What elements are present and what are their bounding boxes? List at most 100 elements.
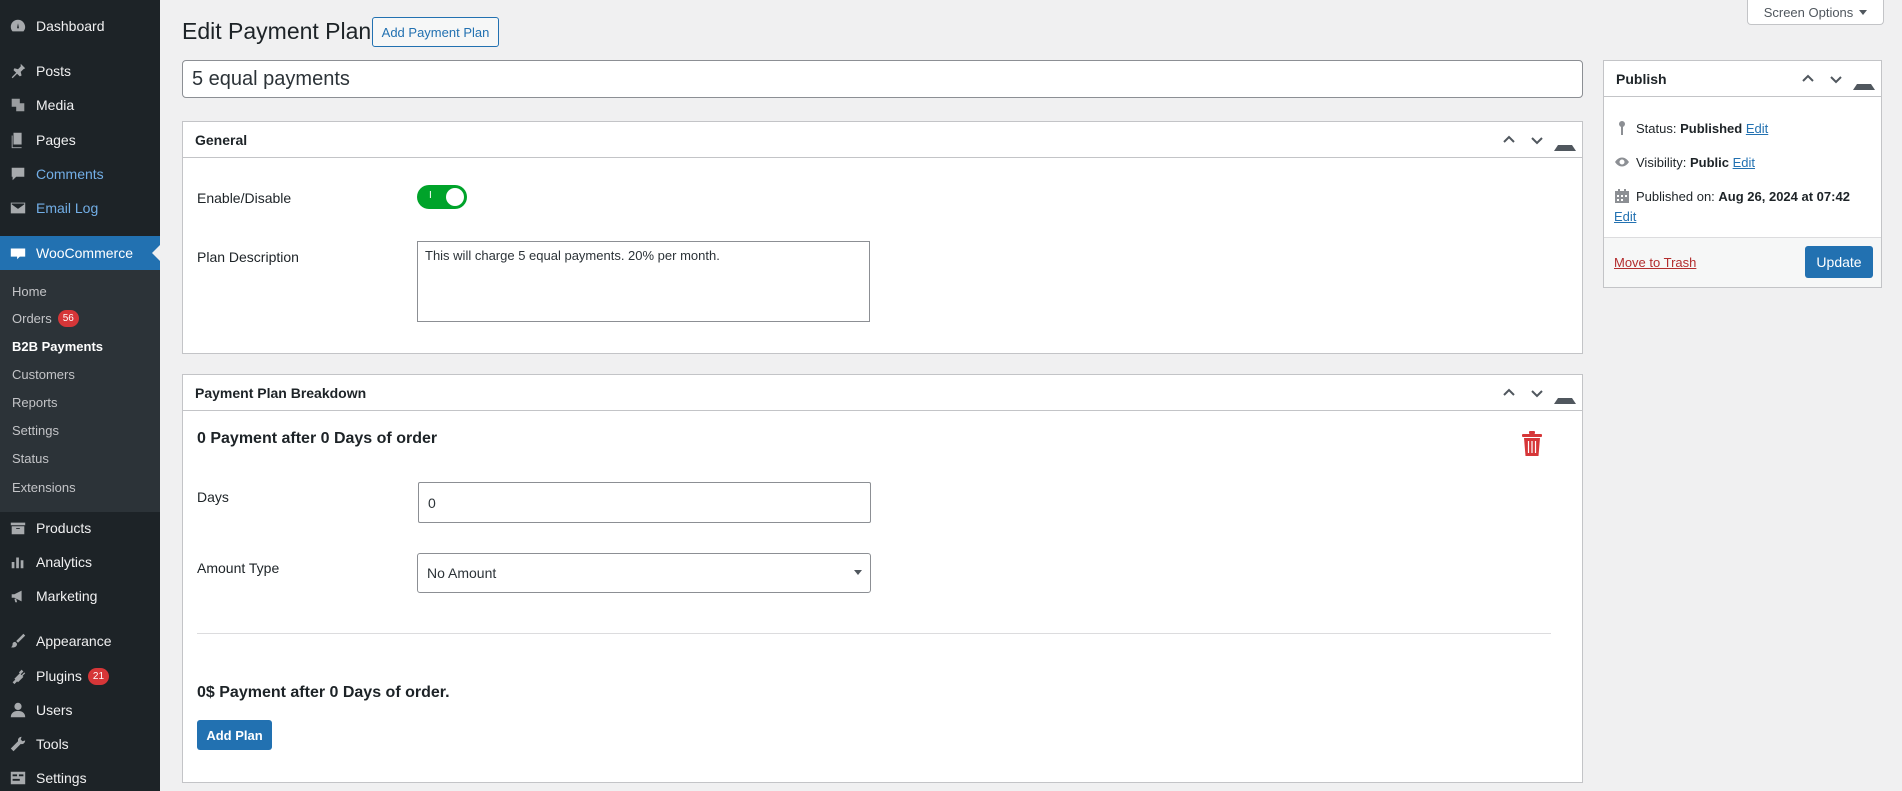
days-input[interactable]: 0 [418, 482, 871, 523]
move-up-button[interactable] [1498, 382, 1520, 404]
general-header: General [183, 122, 1582, 158]
move-down-button[interactable] [1526, 129, 1548, 151]
user-icon [8, 700, 28, 720]
submenu-b2b-payments[interactable]: B2B Payments [12, 336, 103, 356]
submenu-reports[interactable]: Reports [12, 392, 58, 412]
menu-plugins[interactable]: Plugins 21 [0, 662, 160, 690]
submenu-status[interactable]: Status [12, 448, 49, 468]
post-title-input[interactable]: 5 equal payments [182, 60, 1583, 98]
menu-email-log[interactable]: Email Log [0, 194, 160, 222]
enable-disable-label: Enable/Disable [197, 190, 292, 206]
menu-dashboard[interactable]: Dashboard [0, 12, 160, 40]
postbox-handle-actions [1797, 61, 1875, 97]
postbox-handle-actions [1498, 375, 1576, 411]
menu-label: Products [36, 520, 92, 536]
brush-icon [8, 631, 28, 651]
breakdown-header: Payment Plan Breakdown [183, 375, 1582, 411]
submenu-home[interactable]: Home [12, 281, 47, 301]
menu-products[interactable]: Products [0, 514, 160, 542]
chevron-down-icon [1531, 390, 1543, 398]
menu-pages[interactable]: Pages [0, 126, 160, 154]
days-label: Days [197, 489, 229, 505]
divider [197, 633, 1551, 634]
eye-icon [1615, 157, 1629, 167]
caret-down-icon [854, 570, 862, 575]
submenu-label: B2B Payments [12, 338, 104, 354]
move-down-button[interactable] [1526, 382, 1548, 404]
menu-label: Comments [36, 166, 104, 182]
published-label: Published on: [1636, 188, 1715, 204]
menu-users[interactable]: Users [0, 696, 160, 724]
postbox-handle-actions [1498, 122, 1576, 158]
menu-posts[interactable]: Posts [0, 57, 160, 85]
menu-label: Tools [36, 736, 69, 752]
menu-media[interactable]: Media [0, 91, 160, 119]
comment-icon [8, 164, 28, 184]
menu-label: WooCommerce [36, 245, 133, 261]
screen-options-label: Screen Options [1763, 4, 1854, 20]
woo-icon [8, 243, 28, 263]
enable-toggle[interactable]: I [417, 185, 467, 209]
update-button[interactable]: Update [1805, 246, 1873, 278]
publish-header: Publish [1604, 61, 1881, 97]
menu-appearance[interactable]: Appearance [0, 627, 160, 655]
trash-icon[interactable] [1521, 431, 1543, 457]
move-up-button[interactable] [1498, 129, 1520, 151]
menu-tools[interactable]: Tools [0, 730, 160, 758]
menu-label: Users [36, 702, 73, 718]
submenu-label: Home [12, 283, 47, 299]
visibility-edit-link[interactable]: Edit [1733, 155, 1755, 170]
settings-icon [8, 768, 28, 788]
wrench-icon [8, 734, 28, 754]
screen-options-button[interactable]: Screen Options [1747, 0, 1884, 25]
submenu-customers[interactable]: Customers [12, 364, 75, 384]
visibility-row: Visibility: Public Edit [1614, 154, 1755, 170]
chevron-down-icon [1531, 137, 1543, 145]
menu-settings[interactable]: Settings [0, 764, 160, 791]
chevron-down-icon [1830, 76, 1842, 84]
submenu-label: Settings [12, 422, 59, 438]
visibility-label: Visibility: [1636, 154, 1687, 170]
menu-label: Appearance [36, 633, 112, 649]
published-edit-link[interactable]: Edit [1614, 209, 1636, 224]
submenu-extensions[interactable]: Extensions [12, 477, 76, 497]
page-title: Edit Payment Plan [182, 18, 372, 44]
move-up-button[interactable] [1797, 68, 1819, 90]
plan-description-textarea[interactable]: This will charge 5 equal payments. 20% p… [417, 241, 870, 322]
submenu-label: Reports [12, 394, 58, 410]
general-postbox: General Enable/Disable I Plan Descriptio… [182, 121, 1583, 354]
menu-comments[interactable]: Comments [0, 160, 160, 188]
menu-analytics[interactable]: Analytics [0, 548, 160, 576]
published-on-row: Published on: Aug 26, 2024 at 07:42 [1614, 188, 1850, 204]
chevron-up-icon [1503, 135, 1515, 143]
menu-label: Plugins [36, 668, 82, 684]
archive-icon [8, 518, 28, 538]
postbox-title: Payment Plan Breakdown [195, 384, 367, 401]
add-payment-plan-button[interactable]: Add Payment Plan [372, 17, 499, 47]
amount-type-select[interactable]: No Amount [417, 553, 871, 593]
published-edit-row: Edit [1614, 209, 1636, 224]
status-edit-link[interactable]: Edit [1746, 121, 1768, 136]
submenu-label: Status [12, 450, 49, 466]
collapse-button[interactable] [1554, 382, 1576, 404]
move-to-trash-link[interactable]: Move to Trash [1614, 255, 1696, 270]
toggle-knob [446, 188, 464, 206]
amount-type-label: Amount Type [197, 560, 280, 576]
move-down-button[interactable] [1825, 68, 1847, 90]
email-icon [8, 198, 28, 218]
menu-woocommerce[interactable]: WooCommerce [0, 236, 160, 270]
chevron-up-icon [1503, 388, 1515, 396]
plugins-count-badge: 21 [87, 667, 110, 685]
collapse-button[interactable] [1853, 68, 1875, 90]
submenu-orders[interactable]: Orders 56 [12, 308, 79, 328]
add-plan-button[interactable]: Add Plan [197, 720, 272, 750]
menu-marketing[interactable]: Marketing [0, 582, 160, 610]
triangle-up-icon [1554, 382, 1576, 404]
submenu-settings[interactable]: Settings [12, 420, 59, 440]
status-value: Published [1680, 120, 1743, 136]
menu-label: Settings [36, 770, 87, 786]
pin-icon [8, 61, 28, 81]
collapse-button[interactable] [1554, 129, 1576, 151]
visibility-value: Public [1689, 154, 1729, 170]
chevron-up-icon [1802, 74, 1814, 82]
